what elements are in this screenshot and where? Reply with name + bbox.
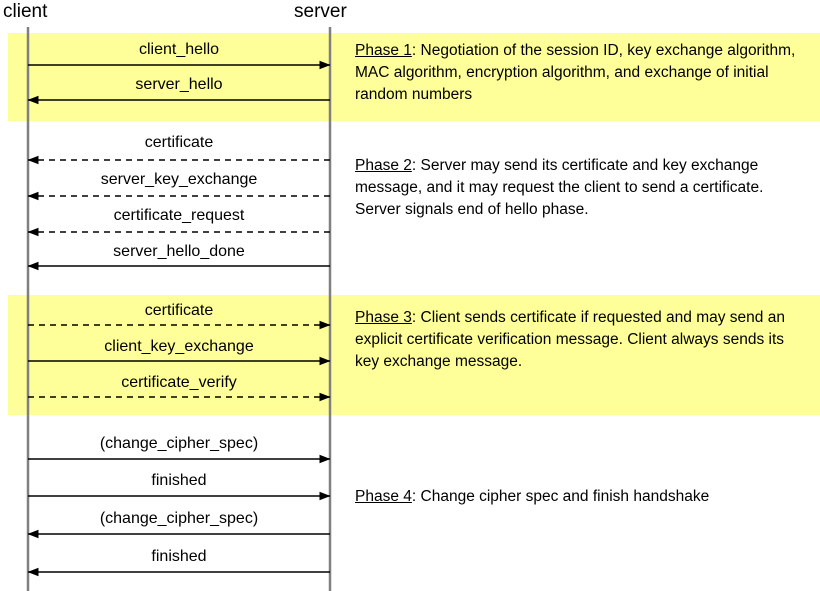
message-label: client_hello bbox=[138, 41, 220, 58]
phase-separator: : bbox=[411, 488, 421, 505]
phase-title-phase-1: Phase 1 bbox=[355, 42, 412, 59]
tls-handshake-sequence-diagram: client server client_hello server_helloce… bbox=[0, 0, 820, 591]
message-label: (change_cipher_spec) bbox=[99, 510, 259, 527]
phase-description-text-phase-1: Negotiation of the session ID, key excha… bbox=[355, 42, 796, 103]
actor-label-server: server bbox=[294, 1, 347, 22]
phase-separator: : bbox=[411, 309, 421, 326]
message-label: server_hello_done bbox=[113, 243, 245, 260]
message-label: finished bbox=[151, 548, 207, 565]
message-label: (change_cipher_spec) bbox=[99, 435, 259, 452]
message-label: certificate bbox=[144, 302, 214, 319]
message-label: server_key_exchange bbox=[100, 171, 258, 188]
phase-separator: : bbox=[411, 157, 421, 174]
message-label: server_hello bbox=[135, 76, 223, 93]
phase-description-phase-2: Phase 2: Server may send its certificate… bbox=[355, 155, 807, 221]
message-label: certificate_verify bbox=[121, 374, 237, 391]
phase-description-text-phase-4: Change cipher spec and finish handshake bbox=[420, 488, 710, 505]
phase-title-phase-2: Phase 2 bbox=[355, 157, 412, 174]
message-label: finished bbox=[151, 472, 207, 489]
phase-title-phase-4: Phase 4 bbox=[355, 488, 412, 505]
actor-label-client: client bbox=[3, 1, 48, 22]
phase-description-phase-3: Phase 3: Client sends certificate if req… bbox=[355, 307, 807, 373]
phase-separator: : bbox=[411, 42, 421, 59]
message-label: certificate bbox=[144, 134, 214, 151]
phase-description-phase-4: Phase 4: Change cipher spec and finish h… bbox=[355, 486, 807, 508]
phase-title-phase-3: Phase 3 bbox=[355, 309, 412, 326]
phase-description-phase-1: Phase 1: Negotiation of the session ID, … bbox=[355, 40, 807, 106]
message-label: client_key_exchange bbox=[104, 338, 254, 355]
message-label: certificate_request bbox=[113, 207, 245, 224]
